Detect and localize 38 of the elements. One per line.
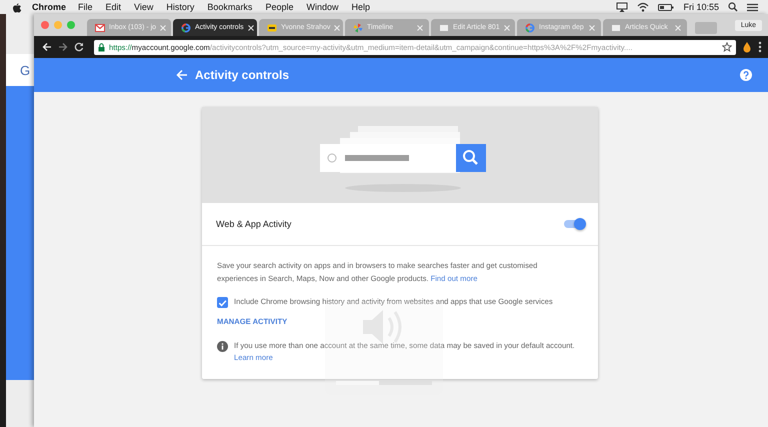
screen-mirroring-icon[interactable] <box>616 2 628 12</box>
toggle-switch[interactable] <box>564 220 584 228</box>
google-g-icon <box>181 22 191 32</box>
google-g-icon <box>525 22 535 32</box>
menu-item[interactable]: File <box>78 2 93 12</box>
lock-icon <box>98 42 105 52</box>
badge-icon <box>267 22 277 32</box>
forward-icon[interactable] <box>58 42 68 52</box>
close-icon[interactable] <box>248 24 254 30</box>
menu-item[interactable]: Help <box>351 2 370 12</box>
envelope-icon <box>95 22 105 32</box>
app-menu[interactable]: Chrome <box>32 2 66 12</box>
setting-label: Web & App Activity <box>216 219 292 229</box>
search-icon[interactable] <box>728 2 738 12</box>
menu-item[interactable]: Window <box>306 2 338 12</box>
page-icon <box>611 22 621 32</box>
page-icon <box>439 22 449 32</box>
apple-icon[interactable] <box>12 2 22 12</box>
flame-icon[interactable] <box>742 41 752 53</box>
info-icon <box>217 340 228 352</box>
wifi-icon[interactable] <box>637 2 650 12</box>
list-icon[interactable] <box>747 2 758 12</box>
menu-item[interactable]: Edit <box>106 2 122 12</box>
help-icon[interactable] <box>740 69 752 81</box>
battery-icon[interactable] <box>658 2 674 12</box>
checkbox[interactable] <box>217 297 228 308</box>
pinwheel-icon <box>353 22 363 32</box>
back-icon[interactable] <box>42 42 52 52</box>
star-icon[interactable] <box>722 42 732 52</box>
menu-item[interactable]: People <box>265 2 294 12</box>
menu-item[interactable]: Bookmarks <box>207 2 252 12</box>
page-title: Activity controls <box>195 68 290 82</box>
more-icon[interactable] <box>758 41 762 53</box>
reload-icon[interactable] <box>74 42 84 52</box>
menu-item[interactable]: View <box>134 2 154 12</box>
logo-text: G <box>20 62 30 78</box>
menu-item[interactable]: History <box>166 2 194 12</box>
clock[interactable]: Fri 10:55 <box>683 2 719 12</box>
